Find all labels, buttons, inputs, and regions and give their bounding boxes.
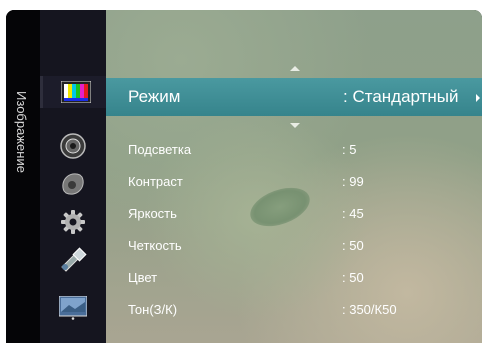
mode-value: : Стандартный: [343, 87, 459, 106]
menu-item-label: Контраст: [128, 174, 183, 189]
menu-category-label: Изображение: [14, 91, 29, 173]
menu-item-value: : 50: [342, 270, 364, 285]
tv-menu-frame: Изображение Режим: Стандартный Подсветк…: [6, 10, 482, 343]
sound-icon[interactable]: [56, 132, 90, 160]
setup-icon[interactable]: [56, 208, 90, 236]
menu-item-label: Четкость: [128, 238, 182, 253]
menu-item-backlight[interactable]: Подсветка : 5: [106, 138, 482, 162]
channel-icon[interactable]: [56, 170, 90, 198]
menu-icon-bar: [40, 10, 109, 343]
menu-content: Режим : Стандартный Подсветка : 5 Контра…: [106, 10, 482, 343]
menu-item-label: Тон(З/К): [128, 302, 178, 317]
menu-item-label: Подсветка: [128, 142, 192, 157]
menu-item-value: : 45: [342, 206, 364, 221]
menu-item-sharpness[interactable]: Четкость : 50: [106, 234, 482, 258]
menu-item-label: Яркость: [128, 206, 177, 221]
menu-item-color[interactable]: Цвет : 50: [106, 266, 482, 290]
menu-item-contrast[interactable]: Контраст : 99: [106, 170, 482, 194]
menu-item-value: : 5: [342, 142, 357, 157]
menu-category-tab[interactable]: Изображение: [6, 10, 40, 343]
menu-item-brightness[interactable]: Яркость : 45: [106, 202, 482, 226]
menu-item-tint[interactable]: Тон(З/К) : 350/К50: [106, 298, 482, 322]
menu-item-value: : 50: [342, 238, 364, 253]
mode-label: Режим: [128, 87, 181, 106]
mode-row[interactable]: Режим : Стандартный: [106, 78, 482, 116]
picture-icon[interactable]: [40, 76, 109, 108]
menu-item-value: : 350/К50: [342, 302, 397, 317]
chevron-right-icon: [476, 94, 480, 102]
application-icon[interactable]: [56, 294, 90, 322]
menu-item-value: : 99: [342, 174, 364, 189]
scroll-up-arrow: [290, 66, 300, 71]
scroll-down-arrow: [290, 123, 300, 128]
menu-item-label: Цвет: [128, 270, 158, 285]
input-icon[interactable]: [56, 246, 90, 274]
